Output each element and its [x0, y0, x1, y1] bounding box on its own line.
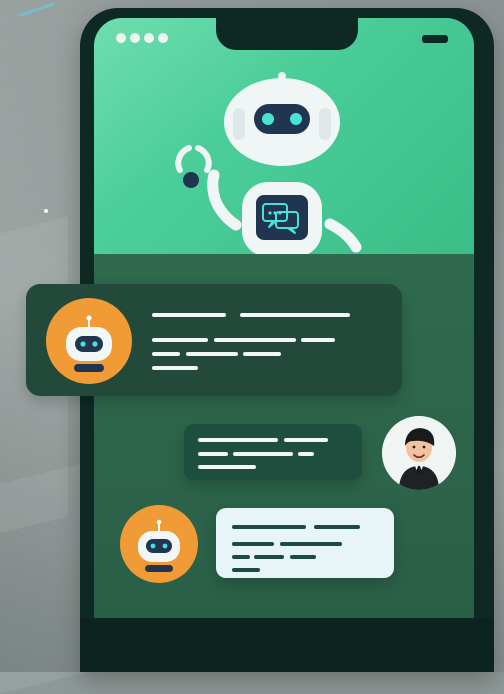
user-message-line: [198, 465, 256, 469]
signal-dot: [158, 33, 168, 43]
bot-reply-line: [232, 555, 250, 559]
bot-message-line: [152, 313, 226, 317]
bot-message-line: [152, 366, 198, 370]
user-message-line: [298, 452, 314, 456]
bot-reply-line: [314, 525, 360, 529]
user-message-line: [198, 438, 278, 442]
robot-illustration: [175, 72, 362, 254]
bot-reply-line: [290, 555, 316, 559]
person-avatar-icon: [382, 416, 456, 490]
signal-indicator: [116, 33, 168, 43]
phone-bottom-shade: [80, 618, 494, 672]
bot-message-line: [152, 338, 208, 342]
phone-notch: [216, 10, 358, 50]
bot-message-line: [152, 352, 180, 356]
bot-message-line: [243, 352, 281, 356]
user-message-line: [233, 452, 293, 456]
user-avatar: [382, 416, 456, 490]
signal-dot: [130, 33, 140, 43]
user-message-line: [198, 452, 228, 456]
bot-avatar-2: [120, 505, 198, 583]
robot-head-icon: [138, 519, 180, 572]
bot-avatar-1: [46, 298, 132, 384]
user-message-line: [284, 438, 328, 442]
bot-message-line: [186, 352, 238, 356]
background-sparkle: [44, 209, 48, 213]
bot-reply-line: [254, 555, 284, 559]
battery-icon: [422, 35, 448, 43]
robot-head-icon: [66, 315, 112, 372]
bot-message-line: [240, 313, 350, 317]
bot-message-line: [214, 338, 296, 342]
bot-reply-line: [232, 568, 260, 572]
bot-reply-line: [232, 542, 274, 546]
signal-dot: [144, 33, 154, 43]
signal-dot: [116, 33, 126, 43]
bot-reply-line: [232, 525, 306, 529]
bot-reply-line: [280, 542, 342, 546]
bot-message-line: [301, 338, 335, 342]
